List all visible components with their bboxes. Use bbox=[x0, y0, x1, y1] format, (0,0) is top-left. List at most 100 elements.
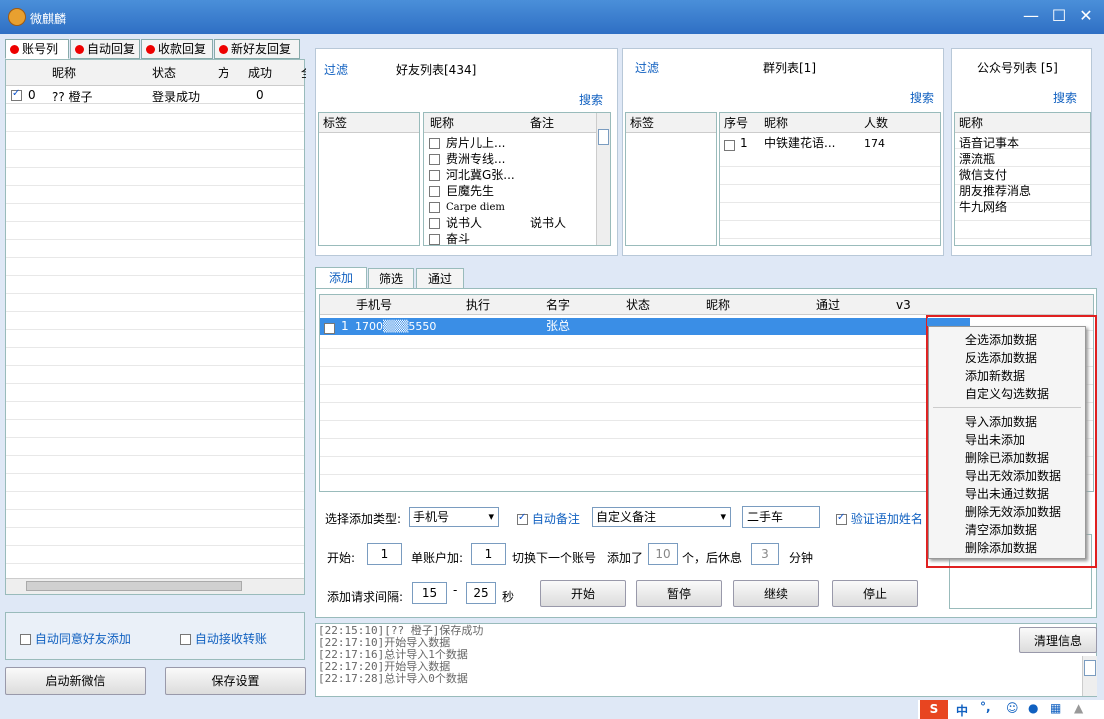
menu-item[interactable]: 导出未通过数据 bbox=[965, 485, 1049, 502]
menu-item[interactable]: 导出未添加 bbox=[965, 431, 1025, 448]
row-checkbox[interactable] bbox=[429, 154, 440, 165]
list-item[interactable]: 漂流瓶 bbox=[959, 151, 995, 168]
row-nick: 说书人 bbox=[446, 216, 483, 230]
menu-item[interactable]: 删除添加数据 bbox=[965, 539, 1037, 556]
rest-minutes-input[interactable]: 3 bbox=[751, 543, 779, 565]
added-count-input[interactable]: 10 bbox=[648, 543, 678, 565]
menu-item[interactable]: 反选添加数据 bbox=[965, 349, 1037, 366]
row-checkbox[interactable] bbox=[324, 323, 335, 334]
groups-filter-link[interactable]: 过滤 bbox=[635, 59, 659, 76]
scrollbar-thumb[interactable] bbox=[1084, 660, 1096, 676]
per-account-input[interactable]: 1 bbox=[471, 543, 506, 565]
auto-transfer-checkbox[interactable] bbox=[180, 634, 191, 645]
note-text-input[interactable]: 二手车 bbox=[742, 506, 820, 528]
auto-agree-option[interactable]: 自动同意好友添加 bbox=[20, 630, 131, 647]
menu-item[interactable]: 全选添加数据 bbox=[965, 331, 1037, 348]
tab-label: 自动回复 bbox=[87, 42, 136, 56]
row-index: 0 bbox=[28, 88, 36, 102]
menu-item[interactable]: 添加新数据 bbox=[965, 367, 1025, 384]
auto-note-option[interactable]: 自动备注 bbox=[517, 510, 580, 527]
tab-pass[interactable]: 通过 bbox=[416, 268, 464, 289]
pause-button[interactable]: 暂停 bbox=[636, 580, 722, 607]
row-checkbox[interactable] bbox=[429, 234, 440, 245]
list-item[interactable]: 河北冀G张... bbox=[424, 167, 596, 184]
list-item[interactable]: 牛九网络 bbox=[959, 199, 1007, 216]
list-item[interactable]: 微信支付 bbox=[959, 167, 1007, 184]
table-row[interactable]: 1 1700▒▒▒5550 张总 bbox=[320, 318, 970, 335]
stop-button[interactable]: 停止 bbox=[832, 580, 918, 607]
close-button[interactable]: ✕ bbox=[1075, 6, 1097, 26]
start-input[interactable]: 1 bbox=[367, 543, 402, 565]
friends-filter-link[interactable]: 过滤 bbox=[324, 61, 348, 78]
tab-accounts[interactable]: 账号列 bbox=[5, 39, 69, 59]
auto-note-checkbox[interactable] bbox=[517, 512, 528, 525]
col-name: 名字 bbox=[546, 298, 571, 312]
log-vertical-scrollbar[interactable] bbox=[1082, 656, 1097, 696]
auto-transfer-option[interactable]: 自动接收转账 bbox=[180, 630, 267, 647]
start-label: 开始: bbox=[327, 551, 356, 565]
scrollbar-thumb[interactable] bbox=[26, 581, 242, 591]
minimize-button[interactable]: — bbox=[1020, 6, 1042, 26]
row-checkbox[interactable] bbox=[11, 88, 22, 101]
menu-item[interactable]: 删除无效添加数据 bbox=[965, 503, 1061, 520]
start-wechat-button[interactable]: 启动新微信 bbox=[5, 667, 146, 695]
col-exec: 执行 bbox=[466, 298, 491, 312]
list-item[interactable]: 朋友推荐消息 bbox=[959, 183, 1031, 200]
list-item[interactable]: 语音记事本 bbox=[959, 135, 1019, 152]
list-item[interactable]: Carpe diem bbox=[424, 199, 596, 216]
microphone-icon[interactable]: ● bbox=[1028, 701, 1038, 715]
interval-from-input[interactable]: 15 bbox=[412, 582, 447, 604]
sogou-logo-icon[interactable]: S bbox=[920, 700, 948, 719]
tab-add[interactable]: 添加 bbox=[315, 267, 367, 289]
keyboard-icon[interactable]: ▦ bbox=[1050, 701, 1061, 715]
red-dot-icon bbox=[75, 45, 84, 54]
scrollbar-thumb[interactable] bbox=[598, 129, 609, 145]
menu-item[interactable]: 导出无效添加数据 bbox=[965, 467, 1061, 484]
horizontal-scrollbar[interactable] bbox=[6, 578, 304, 594]
user-icon[interactable]: ▲ bbox=[1074, 701, 1083, 715]
friends-search-link[interactable]: 搜索 bbox=[579, 91, 603, 108]
save-settings-button[interactable]: 保存设置 bbox=[165, 667, 306, 695]
tab-new-friend-reply[interactable]: 新好友回复 bbox=[214, 39, 300, 59]
tab-payment-reply[interactable]: 收款回复 bbox=[141, 39, 213, 59]
verify-name-option[interactable]: 验证语加姓名 bbox=[836, 510, 923, 527]
maximize-button[interactable]: ☐ bbox=[1048, 6, 1070, 26]
auto-agree-checkbox[interactable] bbox=[20, 634, 31, 645]
groups-search-link[interactable]: 搜索 bbox=[910, 89, 934, 106]
start-button[interactable]: 开始 bbox=[540, 580, 626, 607]
ime-mode-indicator[interactable]: 中 bbox=[956, 702, 968, 719]
interval-to-input[interactable]: 25 bbox=[466, 582, 496, 604]
list-item[interactable]: 费洲专线... bbox=[424, 151, 596, 168]
menu-item[interactable]: 清空添加数据 bbox=[965, 521, 1037, 538]
row-nick: ?? 橙子 bbox=[52, 90, 93, 104]
clear-log-button[interactable]: 清理信息 bbox=[1019, 627, 1097, 653]
row-checkbox[interactable] bbox=[429, 202, 440, 213]
account-table-header: 昵称 状态 方 成功 全 bbox=[6, 60, 306, 86]
red-dot-icon bbox=[10, 45, 19, 54]
tab-auto-reply[interactable]: 自动回复 bbox=[70, 39, 140, 59]
row-checkbox[interactable] bbox=[429, 186, 440, 197]
punctuation-indicator[interactable]: °, bbox=[980, 700, 991, 714]
row-checkbox[interactable] bbox=[429, 138, 440, 149]
continue-button[interactable]: 继续 bbox=[733, 580, 819, 607]
menu-item[interactable]: 删除已添加数据 bbox=[965, 449, 1049, 466]
official-search-link[interactable]: 搜索 bbox=[1053, 89, 1077, 106]
verify-name-checkbox[interactable] bbox=[836, 512, 847, 525]
note-select[interactable]: 自定义备注 bbox=[592, 507, 731, 527]
emoji-icon[interactable]: ☺ bbox=[1006, 701, 1019, 715]
table-row[interactable]: 0 ?? 橙子 登录成功 0 bbox=[6, 86, 304, 104]
row-checkbox[interactable] bbox=[724, 140, 735, 151]
row-checkbox[interactable] bbox=[429, 170, 440, 181]
list-item[interactable]: 奋斗 bbox=[424, 231, 596, 245]
row-checkbox[interactable] bbox=[429, 218, 440, 229]
list-item[interactable]: 1 中铁建花语... 174 bbox=[720, 135, 940, 152]
list-item[interactable]: 巨魔先生 bbox=[424, 183, 596, 200]
list-item[interactable]: 房片儿上... bbox=[424, 135, 596, 152]
list-item[interactable]: 说书人 说书人 bbox=[424, 215, 596, 232]
menu-item[interactable]: 导入添加数据 bbox=[965, 413, 1037, 430]
row-phone: 1700▒▒▒5550 bbox=[355, 320, 437, 333]
friends-vertical-scrollbar[interactable] bbox=[596, 113, 610, 245]
menu-item[interactable]: 自定义勾选数据 bbox=[965, 385, 1049, 402]
type-select[interactable]: 手机号 bbox=[409, 507, 499, 527]
tab-filter[interactable]: 筛选 bbox=[368, 268, 414, 289]
